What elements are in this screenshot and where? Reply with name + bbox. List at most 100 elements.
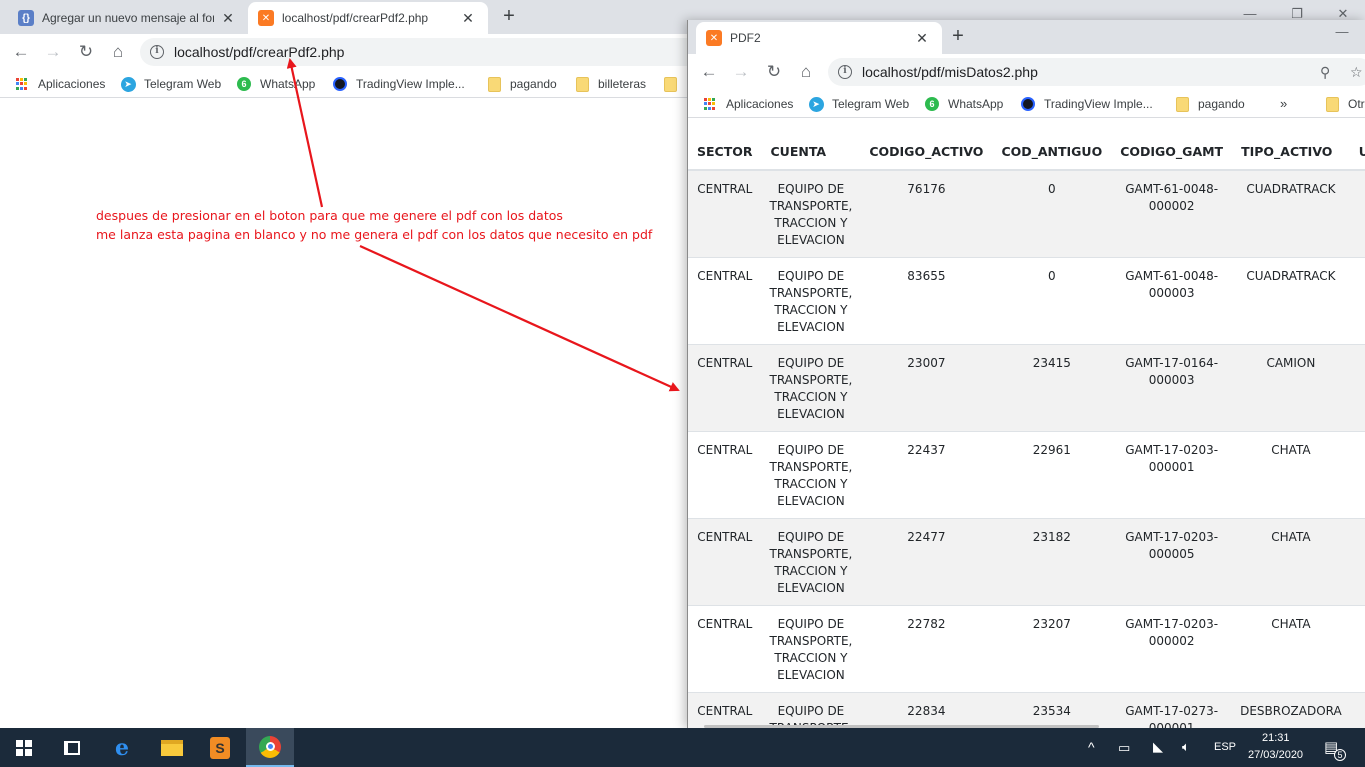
chevron-double-right-icon: » <box>1280 96 1288 111</box>
cell-codigo-activo: 23007 <box>860 343 993 431</box>
folder-icon <box>1175 96 1189 112</box>
volume-icon[interactable]: 🔈︎ <box>1182 739 1190 755</box>
bookmark-telegram[interactable]: ➤ Telegram Web <box>808 96 909 112</box>
bookmark-label: Telegram Web <box>144 77 222 91</box>
folder-icon <box>1325 96 1339 112</box>
cell-cod-antiguo: 23207 <box>992 604 1112 692</box>
battery-icon[interactable]: ▭ <box>1118 740 1130 756</box>
tab-forum[interactable]: {} Agregar un nuevo mensaje al foro ✕ <box>8 2 246 34</box>
apps-grid-icon <box>14 76 30 92</box>
bookmark-other[interactable]: Otr <box>1324 96 1365 112</box>
bookmark-apps[interactable]: Aplicaciones <box>14 76 105 92</box>
language-indicator[interactable]: ESP <box>1214 741 1236 753</box>
close-icon[interactable]: ✕ <box>220 10 236 27</box>
cell-cod-antiguo: 0 <box>992 169 1112 257</box>
edge-icon: e <box>115 734 129 761</box>
forward-arrow-icon[interactable]: → <box>42 41 64 63</box>
wifi-icon[interactable]: ◣ <box>1153 739 1163 755</box>
data-table: SECTOR CUENTA CODIGO_ACTIVO COD_ANTIGUO … <box>688 134 1365 728</box>
back-arrow-icon[interactable]: ← <box>698 61 720 83</box>
home-icon[interactable]: ⌂ <box>795 61 817 83</box>
xampp-favicon-icon: ✕ <box>258 10 274 26</box>
minimize-icon[interactable]: — <box>1332 24 1352 39</box>
folder-icon <box>161 739 183 756</box>
tab-title: PDF2 <box>730 31 761 45</box>
cell-codigo-activo: 22782 <box>860 604 993 692</box>
front-browser-window: ✕ PDF2 ✕ + — ← → ↻ ⌂ i localhost/pdf/mis… <box>687 20 1365 728</box>
folder-icon <box>663 76 677 92</box>
cell-sector: CENTRAL <box>688 604 762 692</box>
xampp-favicon-icon: ✕ <box>706 30 722 46</box>
cell-cuenta: EQUIPO DE TRANSPORTE, TRACCION Y ELEVACI… <box>761 169 861 257</box>
cell-codigo-activo: 22834 <box>860 691 993 728</box>
bookmark-pagando[interactable]: pagando <box>1174 96 1245 112</box>
header-tipo-activo: TIPO_ACTIVO <box>1232 134 1350 171</box>
bookmark-apps[interactable]: Aplicaciones <box>702 96 793 112</box>
bookmark-whatsapp[interactable]: 6 WhatsApp <box>236 76 315 92</box>
close-icon[interactable]: ✕ <box>914 30 930 47</box>
table-row: CENTRALEQUIPO DE TRANSPORTE, TRACCION Y … <box>688 169 1365 257</box>
start-button[interactable] <box>0 728 48 767</box>
header-sector: SECTOR <box>688 134 762 171</box>
telegram-icon: ➤ <box>120 76 136 92</box>
chrome-button[interactable] <box>246 728 294 767</box>
edge-button[interactable]: e <box>98 728 146 767</box>
bookmark-tradingview[interactable]: TradingView Imple... <box>332 76 465 92</box>
sublime-text-button[interactable]: S <box>196 728 244 767</box>
minimize-icon[interactable]: — <box>1240 6 1260 21</box>
tab-title: Agregar un nuevo mensaje al foro <box>42 11 214 25</box>
cell-cod-antiguo: 0 <box>992 256 1112 344</box>
chevron-up-icon[interactable]: ^ <box>1088 739 1095 755</box>
bookmark-label: Telegram Web <box>832 97 910 111</box>
tradingview-icon <box>1021 97 1035 111</box>
info-icon[interactable]: i <box>150 45 164 59</box>
new-tab-button[interactable]: + <box>946 26 970 48</box>
reload-icon[interactable]: ↻ <box>763 61 785 83</box>
header-codigo-activo: CODIGO_ACTIVO <box>860 134 993 171</box>
bookmark-tradingview[interactable]: TradingView Imple... <box>1020 96 1153 112</box>
cell-un <box>1349 169 1365 257</box>
bookmark-pagando[interactable]: pagando <box>486 76 557 92</box>
cell-un <box>1349 343 1365 431</box>
close-icon[interactable]: ✕ <box>460 10 476 27</box>
annotation-text: despues de presionar en el boton para qu… <box>96 206 652 244</box>
cell-cod-antiguo: 22961 <box>992 430 1112 518</box>
bookmarks-overflow-button[interactable]: » <box>1280 96 1287 111</box>
bookmark-telegram[interactable]: ➤ Telegram Web <box>120 76 221 92</box>
clock-date[interactable]: 27/03/2020 <box>1248 749 1303 761</box>
annotation-line-2: me lanza esta pagina en blanco y no me g… <box>96 227 653 242</box>
bookmark-folder-partial[interactable] <box>662 76 686 92</box>
file-explorer-button[interactable] <box>148 728 196 767</box>
tab-title: localhost/pdf/crearPdf2.php <box>282 11 429 25</box>
new-tab-button[interactable]: + <box>497 6 521 28</box>
back-arrow-icon[interactable]: ← <box>10 41 32 63</box>
star-icon[interactable]: ☆ <box>1350 64 1363 81</box>
task-view-button[interactable] <box>48 728 96 767</box>
table-row: CENTRALEQUIPO DE TRANSPORTE, TRACCION Y … <box>688 691 1365 728</box>
cell-un <box>1349 256 1365 344</box>
bookmark-whatsapp[interactable]: 6 WhatsApp <box>924 96 1003 112</box>
cell-sector: CENTRAL <box>688 517 762 605</box>
cell-tipo-activo: CHATA <box>1232 604 1350 692</box>
home-icon[interactable]: ⌂ <box>107 41 129 63</box>
cell-un <box>1349 604 1365 692</box>
cell-cuenta: EQUIPO DE TRANSPORTE, TRACCION Y ELEVACI… <box>761 517 861 605</box>
cell-cod-antiguo: 23415 <box>992 343 1112 431</box>
windows-taskbar: e S ^ ▭ ◣ 🔈︎ ESP 21:31 27/03/2020 ▤ 5 <box>0 728 1365 767</box>
bookmark-billeteras[interactable]: billeteras <box>574 76 646 92</box>
windows-logo-icon <box>16 739 32 756</box>
address-bar[interactable]: i localhost/pdf/crearPdf2.php <box>140 38 700 66</box>
bookmark-label: Aplicaciones <box>726 97 794 111</box>
tab-pdf2[interactable]: ✕ PDF2 ✕ <box>696 22 942 54</box>
cell-codigo-gamt: GAMT-17-0164-000003 <box>1111 343 1233 431</box>
table-row: CENTRALEQUIPO DE TRANSPORTE, TRACCION Y … <box>688 430 1365 518</box>
forward-arrow-icon[interactable]: → <box>730 61 752 83</box>
front-toolbar: ← → ↻ ⌂ i localhost/pdf/misDatos2.php ⚲ … <box>688 54 1365 90</box>
clock-time[interactable]: 21:31 <box>1262 732 1290 744</box>
address-bar[interactable]: i localhost/pdf/misDatos2.php ⚲ ☆ <box>828 58 1365 86</box>
zoom-icon[interactable]: ⚲ <box>1320 64 1330 81</box>
reload-icon[interactable]: ↻ <box>75 41 97 63</box>
info-icon[interactable]: i <box>838 65 852 79</box>
cell-cuenta: EQUIPO DE TRANSPORTE, TRACCION Y ELEVACI… <box>761 343 861 431</box>
tab-crearpdf2[interactable]: ✕ localhost/pdf/crearPdf2.php ✕ <box>248 2 488 34</box>
